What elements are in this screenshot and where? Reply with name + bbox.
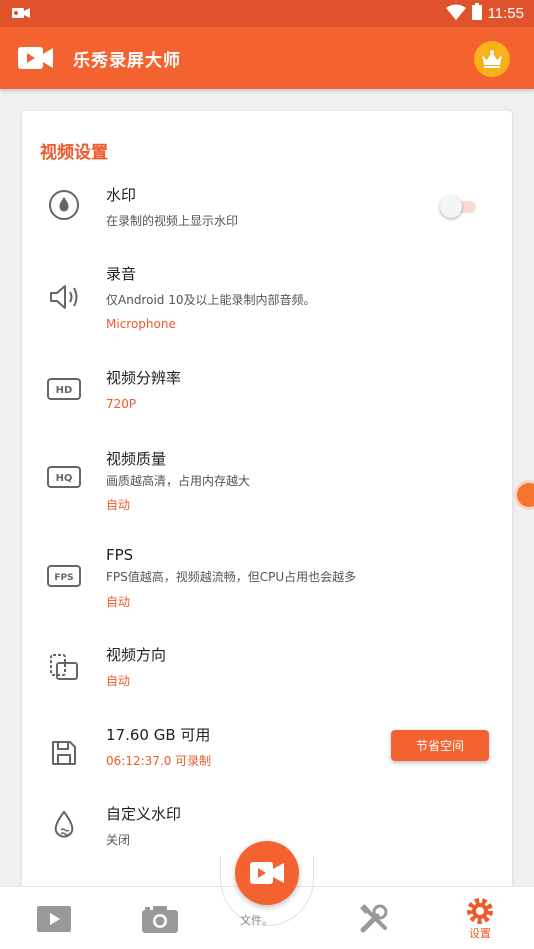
setting-title: FPS xyxy=(106,546,134,564)
video-settings-card: 视频设置 水印 在录制的视频上显示水印 录音 仅Android 10及以上能录制… xyxy=(22,111,512,911)
nav-screenshot[interactable] xyxy=(130,887,190,949)
app-bar: 乐秀录屏大师 xyxy=(0,27,534,89)
svg-text:HD: HD xyxy=(56,385,73,396)
setting-value: 720P xyxy=(106,397,137,411)
svg-text:FPS: FPS xyxy=(54,573,73,583)
setting-value: 自动 xyxy=(106,674,131,688)
setting-value: Microphone xyxy=(106,317,176,331)
app-logo-icon xyxy=(18,46,54,74)
nav-tools[interactable] xyxy=(344,887,404,949)
setting-orientation[interactable]: 视频方向 自动 xyxy=(22,641,512,705)
setting-value: 自动 xyxy=(106,498,131,512)
wifi-icon xyxy=(445,4,466,24)
setting-desc: 关闭 xyxy=(106,833,131,847)
setting-quality[interactable]: HQ 视频质量 画质越高清，占用内存越大 自动 xyxy=(22,441,512,521)
setting-title: 自定义水印 xyxy=(106,805,182,823)
nav-settings-label: 设置 xyxy=(469,926,491,940)
setting-resolution[interactable]: HD 视频分辨率 720P xyxy=(22,355,512,425)
save-space-button[interactable]: 节省空间 xyxy=(391,730,489,761)
setting-title: 水印 xyxy=(106,186,137,204)
gear-icon xyxy=(467,897,493,924)
tools-icon xyxy=(360,903,388,932)
nav-videos[interactable] xyxy=(24,887,84,949)
floppy-disk-icon xyxy=(46,735,82,771)
screen-rotation-icon xyxy=(46,650,82,686)
watermark-toggle[interactable] xyxy=(440,196,478,218)
record-camera-icon xyxy=(250,862,284,884)
record-button[interactable] xyxy=(235,841,299,905)
floating-record-bubble[interactable] xyxy=(514,480,534,510)
setting-desc: FPS值越高，视频越流畅，但CPU占用也会越多 xyxy=(106,570,357,584)
setting-title: 视频方向 xyxy=(106,646,167,664)
fps-icon: FPS xyxy=(46,558,82,594)
speaker-icon xyxy=(46,279,82,315)
camera-icon xyxy=(142,905,178,933)
hq-icon: HQ xyxy=(46,459,82,495)
setting-desc: 在录制的视频上显示水印 xyxy=(106,214,239,228)
section-title: 视频设置 xyxy=(40,143,108,163)
setting-fps[interactable]: FPS FPS FPS值越高，视频越流畅，但CPU占用也会越多 自动 xyxy=(22,539,512,619)
water-drop-icon xyxy=(46,807,82,843)
video-play-icon xyxy=(37,905,71,932)
nav-settings[interactable]: 设置 xyxy=(452,887,508,949)
setting-desc: 仅Android 10及以上能录制内部音频。 xyxy=(106,293,316,307)
watermark-drop-icon xyxy=(46,187,82,223)
status-bar: 11:55 xyxy=(0,0,534,27)
battery-icon xyxy=(471,3,482,24)
recordable-time: 06:12:37.0 可录制 xyxy=(106,754,212,768)
setting-watermark[interactable]: 水印 在录制的视频上显示水印 xyxy=(22,171,512,243)
setting-title: 视频分辨率 xyxy=(106,369,182,387)
screen-record-status-icon xyxy=(12,4,30,23)
setting-audio[interactable]: 录音 仅Android 10及以上能录制内部音频。 Microphone xyxy=(22,251,512,341)
setting-title: 录音 xyxy=(106,265,137,283)
storage-available: 17.60 GB 可用 xyxy=(106,726,211,744)
hd-icon: HD xyxy=(46,371,82,407)
setting-desc: 画质越高清，占用内存越大 xyxy=(106,474,251,488)
record-label: 文件。 xyxy=(240,914,273,927)
setting-title: 视频质量 xyxy=(106,450,167,468)
clock: 11:55 xyxy=(487,5,524,22)
svg-text:HQ: HQ xyxy=(56,473,73,484)
setting-value: 自动 xyxy=(106,595,131,609)
vip-crown-button[interactable] xyxy=(474,41,510,77)
app-title: 乐秀录屏大师 xyxy=(73,51,181,71)
crown-icon xyxy=(482,50,502,68)
